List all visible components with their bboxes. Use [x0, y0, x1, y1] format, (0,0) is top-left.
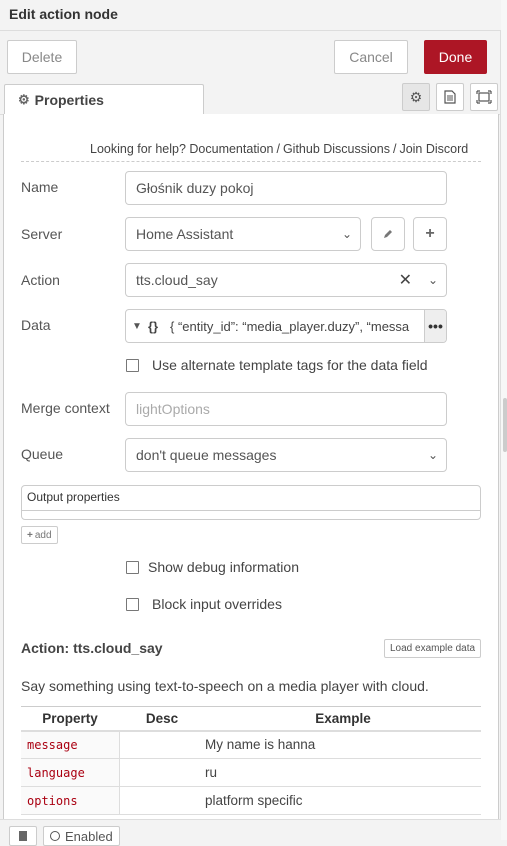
server-select-value: Home Assistant: [136, 226, 234, 242]
tray-title: Edit action node: [9, 6, 118, 22]
join-discord-link[interactable]: Join Discord: [399, 142, 468, 156]
queue-select[interactable]: don't queue messages ⌄: [125, 438, 447, 472]
caret-down-icon[interactable]: ▼: [126, 321, 148, 332]
edit-tray: Edit action node Delete Cancel Done ⚙ Pr…: [0, 0, 501, 846]
output-properties-header: Output properties: [27, 490, 120, 504]
tab-properties-label: Properties: [34, 92, 104, 108]
property-desc: [119, 758, 205, 787]
help-links: Looking for help? Documentation / Github D…: [90, 142, 469, 156]
property-desc: [119, 730, 205, 759]
name-label: Name: [21, 179, 59, 195]
output-properties-list: Output properties: [21, 485, 481, 520]
delete-button[interactable]: Delete: [7, 40, 77, 74]
add-server-button[interactable]: +: [413, 217, 447, 251]
pencil-icon: [384, 230, 392, 238]
plus-icon: +: [27, 529, 33, 541]
data-input[interactable]: ▼ {} { “entity_id”: “media_player.duzy”,…: [125, 309, 447, 343]
property-name: language: [21, 758, 120, 787]
appearance-icon: [476, 90, 492, 104]
action-select[interactable]: tts.cloud_say ✕ ⌄: [125, 263, 447, 297]
done-button[interactable]: Done: [424, 40, 487, 74]
tab-settings[interactable]: ⚙: [402, 83, 430, 111]
documentation-link[interactable]: Documentation: [189, 142, 273, 156]
queue-label: Queue: [21, 446, 64, 462]
scrollbar[interactable]: [501, 0, 507, 840]
clear-icon[interactable]: ✕: [399, 270, 412, 290]
tab-bar: ⚙ Properties ⚙: [0, 81, 501, 116]
merge-context-label: Merge context: [21, 400, 110, 416]
plus-icon: +: [425, 225, 435, 242]
add-output-button[interactable]: + add: [21, 526, 58, 544]
divider: [21, 161, 481, 162]
ellipsis-icon[interactable]: •••: [424, 310, 446, 342]
tab-description[interactable]: [436, 83, 464, 111]
scrollbar-thumb[interactable]: [503, 398, 507, 452]
name-input[interactable]: Głośnik duzy pokoj: [125, 171, 447, 205]
column-header-example: Example: [205, 706, 481, 732]
chevron-down-icon: ⌄: [427, 448, 438, 462]
alt-template-label: Use alternate template tags for the data…: [152, 357, 428, 373]
chevron-down-icon[interactable]: ⌄: [428, 273, 438, 287]
action-description: Say something using text-to-speech on a …: [21, 678, 429, 694]
server-select[interactable]: Home Assistant ⌄: [125, 217, 361, 251]
column-header-property: Property: [21, 706, 119, 732]
block-overrides-checkbox[interactable]: [126, 598, 139, 611]
debug-checkbox[interactable]: [126, 561, 139, 574]
tray-footer: Enabled: [0, 819, 501, 846]
enabled-label: Enabled: [65, 828, 113, 844]
book-icon: [19, 831, 27, 841]
table-row: language ru: [21, 758, 481, 787]
enabled-toggle[interactable]: Enabled: [43, 826, 120, 846]
gear-icon: ⚙: [18, 92, 30, 107]
name-input-value: Głośnik duzy pokoj: [136, 180, 254, 196]
table-row: message My name is hanna: [21, 730, 481, 759]
server-label: Server: [21, 226, 63, 242]
action-properties-table: Property Desc Example message My name is…: [21, 706, 481, 815]
debug-label: Show debug information: [148, 559, 299, 575]
queue-select-value: don't queue messages: [136, 447, 277, 463]
cancel-button[interactable]: Cancel: [334, 40, 408, 74]
edit-server-button[interactable]: [371, 217, 405, 251]
property-desc: [119, 786, 205, 815]
property-name: options: [21, 786, 120, 815]
merge-context-placeholder: lightOptions: [136, 401, 210, 417]
load-example-button[interactable]: Load example data: [384, 639, 482, 658]
action-info-title: Action: tts.cloud_say: [21, 640, 163, 656]
action-label: Action: [21, 272, 60, 288]
add-output-label: add: [34, 529, 52, 541]
property-example: platform specific: [205, 786, 481, 815]
property-name: message: [21, 730, 120, 759]
data-type-indicator[interactable]: {}: [148, 319, 170, 334]
node-help-button[interactable]: [9, 826, 37, 846]
tab-properties[interactable]: ⚙ Properties: [4, 84, 204, 116]
gear-icon: ⚙: [409, 88, 423, 105]
merge-context-input[interactable]: lightOptions: [125, 392, 447, 426]
property-example: My name is hanna: [205, 730, 481, 759]
column-header-desc: Desc: [119, 706, 205, 732]
data-label: Data: [21, 317, 51, 333]
chevron-down-icon: ⌄: [341, 227, 352, 241]
block-overrides-label: Block input overrides: [152, 596, 282, 612]
table-row: options platform specific: [21, 786, 481, 815]
description-icon: [444, 90, 456, 104]
tray-header: Edit action node: [0, 0, 501, 31]
data-input-value: { “entity_id”: “media_player.duzy”, “mes…: [170, 318, 410, 334]
tab-appearance[interactable]: [470, 83, 498, 111]
alt-template-checkbox[interactable]: [126, 359, 139, 372]
github-discussions-link[interactable]: Github Discussions: [283, 142, 390, 156]
help-prefix: Looking for help?: [90, 142, 186, 156]
property-example: ru: [205, 758, 481, 787]
action-select-value: tts.cloud_say: [136, 272, 218, 288]
